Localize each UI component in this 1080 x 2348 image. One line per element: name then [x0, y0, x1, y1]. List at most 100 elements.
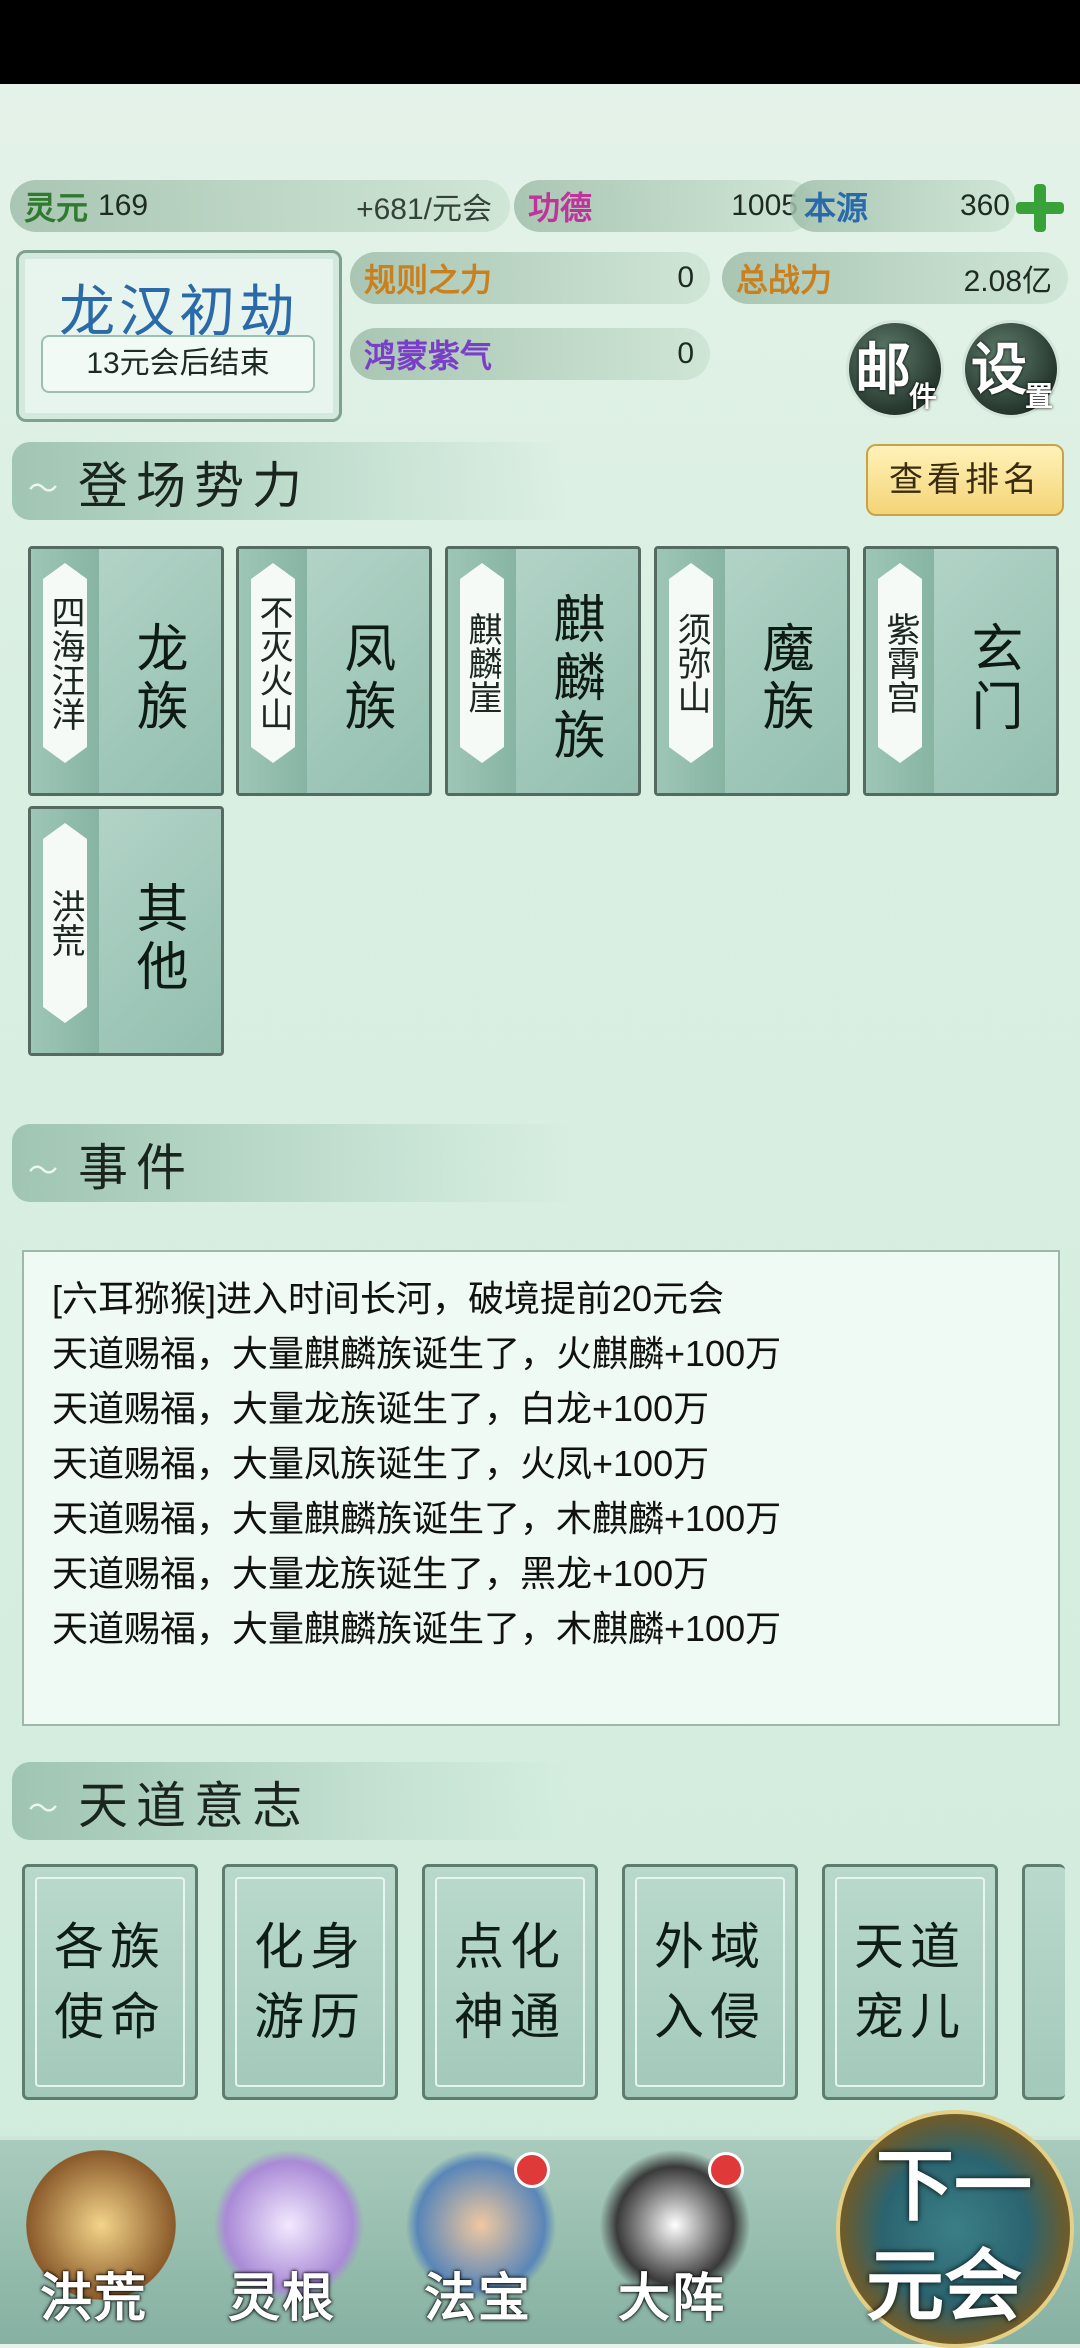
- settings-small-char: 置: [1024, 380, 1053, 413]
- tab-honghuang[interactable]: 洪荒: [40, 2256, 148, 2331]
- settings-button[interactable]: 设 置: [962, 320, 1060, 418]
- event-line: [六耳猕猴]进入时间长河，破境提前20元会: [52, 1278, 725, 1319]
- force-place: 须弥山: [671, 612, 711, 714]
- will-card-line1: 化身: [254, 1918, 366, 1976]
- force-card-phoenix[interactable]: 不灭火山 凤族: [236, 546, 432, 796]
- lingyuan-bar: 灵元 169 +681/元会: [10, 180, 510, 232]
- event-line: 天道赐福，大量麒麟族诞生了，火麒麟+100万: [52, 1333, 782, 1374]
- force-race: 凤族: [335, 621, 395, 737]
- will-card-line2: 使命: [54, 1988, 166, 2046]
- force-race: 龙族: [127, 621, 187, 737]
- event-line: 天道赐福，大量龙族诞生了，白龙+100万: [52, 1388, 710, 1429]
- force-place-tag: 洪荒: [43, 823, 87, 1023]
- next-label-line1: 下一: [876, 2141, 1033, 2232]
- hongmeng-label: 鸿蒙紫气: [364, 337, 493, 375]
- force-card-qilin[interactable]: 麒麟崖 麒麟族: [445, 546, 641, 796]
- forces-section-header: ～ 登场势力: [12, 442, 572, 520]
- will-card-inner: 外域 入侵: [635, 1877, 785, 2087]
- force-place-tag: 紫霄宫: [878, 563, 922, 763]
- force-place: 麒麟崖: [462, 612, 502, 714]
- event-log[interactable]: [六耳猕猴]进入时间长河，破境提前20元会 天道赐福，大量麒麟族诞生了，火麒麟+…: [22, 1250, 1060, 1726]
- will-title: 天道意志: [78, 1777, 310, 1835]
- lingyuan-label: 灵元: [24, 189, 89, 227]
- force-race: 玄门: [962, 621, 1022, 737]
- will-card-favorite[interactable]: 天道 宠儿: [822, 1864, 998, 2100]
- guize-label: 规则之力: [364, 261, 493, 299]
- force-place: 四海汪洋: [45, 595, 85, 731]
- will-card-partial[interactable]: [1022, 1864, 1065, 2100]
- force-race: 其他: [127, 881, 187, 997]
- force-place: 紫霄宫: [880, 612, 920, 714]
- force-race: 麒麟族: [544, 592, 604, 766]
- force-race-box: 龙族: [117, 589, 197, 769]
- will-card-line1: 各族: [54, 1918, 166, 1976]
- mail-big-char: 邮: [855, 337, 911, 403]
- era-panel: 龙汉初劫 13元会后结束: [16, 250, 342, 422]
- will-card-line1: 天道: [854, 1918, 966, 1976]
- force-card-demon[interactable]: 须弥山 魔族: [654, 546, 850, 796]
- will-card-line2: 宠儿: [854, 1988, 966, 2046]
- force-race-box: 魔族: [743, 589, 823, 769]
- force-card-other[interactable]: 洪荒 其他: [28, 806, 224, 1056]
- benyuan-bar: 本源 360: [790, 180, 1016, 232]
- will-section-header: ～ 天道意志: [12, 1762, 572, 1840]
- force-race: 魔族: [753, 621, 813, 737]
- force-place-tag: 四海汪洋: [43, 563, 87, 763]
- force-place-tag: 须弥山: [669, 563, 713, 763]
- tab-fabao[interactable]: 法宝: [424, 2256, 532, 2331]
- force-place-tag: 不灭火山: [251, 563, 295, 763]
- will-card-enlighten[interactable]: 点化 神通: [422, 1864, 598, 2100]
- benyuan-label: 本源: [804, 189, 869, 227]
- will-card-invasion[interactable]: 外域 入侵: [622, 1864, 798, 2100]
- will-card-mission[interactable]: 各族 使命: [22, 1864, 198, 2100]
- hongmeng-value: 0: [677, 337, 694, 370]
- tab-linggen[interactable]: 灵根: [228, 2256, 336, 2331]
- gongde-label: 功德: [528, 189, 593, 227]
- zhanli-label: 总战力: [736, 261, 833, 299]
- force-place: 不灭火山: [253, 595, 293, 731]
- hongmeng-bar: 鸿蒙紫气 0: [350, 328, 710, 380]
- force-card-dragon[interactable]: 四海汪洋 龙族: [28, 546, 224, 796]
- force-race-box: 麒麟族: [534, 589, 614, 769]
- formation-badge: [708, 2152, 744, 2188]
- gongde-bar: 功德 1005: [514, 180, 814, 232]
- lingyuan-gain: +681/元会: [356, 193, 492, 226]
- mail-button[interactable]: 邮 件: [846, 320, 944, 418]
- force-race-box: 其他: [117, 849, 197, 1029]
- will-card-inner: 化身 游历: [235, 1877, 385, 2087]
- cloud-swirl-icon: ～: [28, 472, 58, 507]
- settings-big-char: 设: [971, 337, 1027, 403]
- status-bar: [0, 0, 1080, 84]
- will-card-line2: 游历: [254, 1988, 366, 2046]
- force-place-tag: 麒麟崖: [460, 563, 504, 763]
- will-card-inner: 点化 神通: [435, 1877, 585, 2087]
- force-race-box: 凤族: [325, 589, 405, 769]
- event-line: 天道赐福，大量麒麟族诞生了，木麒麟+100万: [52, 1608, 782, 1649]
- will-card-avatar-travel[interactable]: 化身 游历: [222, 1864, 398, 2100]
- will-card-line1: 点化: [454, 1918, 566, 1976]
- event-line: 天道赐福，大量凤族诞生了，火凤+100万: [52, 1443, 710, 1484]
- tab-dazhen[interactable]: 大阵: [618, 2256, 726, 2331]
- force-place: 洪荒: [45, 889, 85, 957]
- next-yuanhui-button[interactable]: 下一 元会: [836, 2110, 1074, 2348]
- zhanli-value: 2.08亿: [963, 265, 1052, 298]
- will-card-line1: 外域: [654, 1918, 766, 1976]
- mail-small-char: 件: [908, 380, 937, 413]
- events-title: 事件: [78, 1139, 194, 1197]
- cloud-swirl-icon: ～: [28, 1154, 58, 1189]
- forces-title: 登场势力: [78, 457, 310, 515]
- view-ranking-button[interactable]: 查看排名: [866, 444, 1064, 516]
- event-line: 天道赐福，大量麒麟族诞生了，木麒麟+100万: [52, 1498, 782, 1539]
- will-card-inner: 天道 宠儿: [835, 1877, 985, 2087]
- guize-value: 0: [677, 261, 694, 294]
- force-card-xuanmen[interactable]: 紫霄宫 玄门: [863, 546, 1059, 796]
- guize-bar: 规则之力 0: [350, 252, 710, 304]
- event-line: 天道赐福，大量龙族诞生了，黑龙+100万: [52, 1553, 710, 1594]
- add-benyuan-plus-icon[interactable]: [1012, 180, 1068, 236]
- force-race-box: 玄门: [952, 589, 1032, 769]
- benyuan-value: 360: [959, 189, 1010, 222]
- cloud-swirl-icon: ～: [28, 1792, 58, 1827]
- treasure-badge: [514, 2152, 550, 2188]
- next-label-line2: 元会: [866, 2241, 1023, 2332]
- will-card-line2: 入侵: [654, 1988, 766, 2046]
